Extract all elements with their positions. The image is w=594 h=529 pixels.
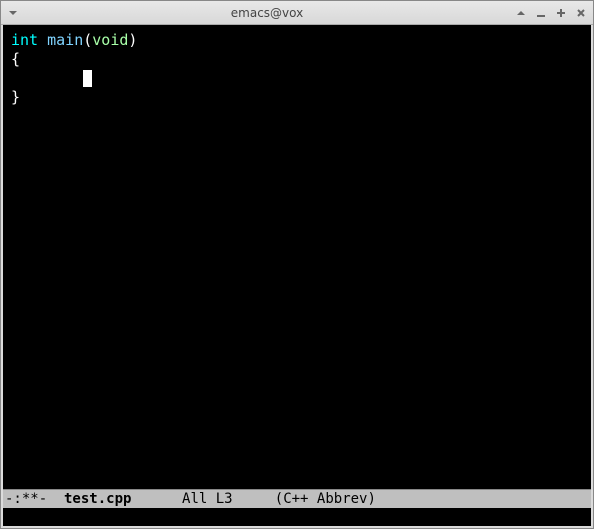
modeline-filename: test.cpp [56,491,132,507]
modeline-line: L3 [216,491,233,507]
modeline-status: -:**- [5,491,56,507]
window-menu-icon[interactable] [7,7,19,19]
code-type-keyword: int [11,31,38,49]
close-icon[interactable] [575,7,587,19]
app-window: emacs@vox int main(void) { } -:**- test.… [0,0,594,529]
text-cursor [83,70,92,87]
titlebar-controls [515,7,587,19]
code-function-name: main [47,31,83,49]
shade-icon[interactable] [515,7,527,19]
code-indent [11,69,83,87]
code-void-keyword: void [92,31,128,49]
code-brace-close: } [11,88,20,106]
editor-buffer[interactable]: int main(void) { } [3,25,591,489]
code-paren-open: ( [83,31,92,49]
code-brace-open: { [11,50,20,68]
modeline-gap [131,491,182,507]
minimize-icon[interactable] [535,7,547,19]
window-title: emacs@vox [19,6,515,20]
titlebar-left [7,7,19,19]
modeline-gap [207,491,215,507]
maximize-icon[interactable] [555,7,567,19]
titlebar[interactable]: emacs@vox [1,1,593,25]
modeline-gap [233,491,275,507]
modeline-position: All [182,491,207,507]
code-paren-close: ) [128,31,137,49]
modeline[interactable]: -:**- test.cpp All L3 (C++ Abbrev) [3,489,591,508]
minibuffer[interactable] [3,508,591,526]
modeline-modes: (C++ Abbrev) [275,491,376,507]
